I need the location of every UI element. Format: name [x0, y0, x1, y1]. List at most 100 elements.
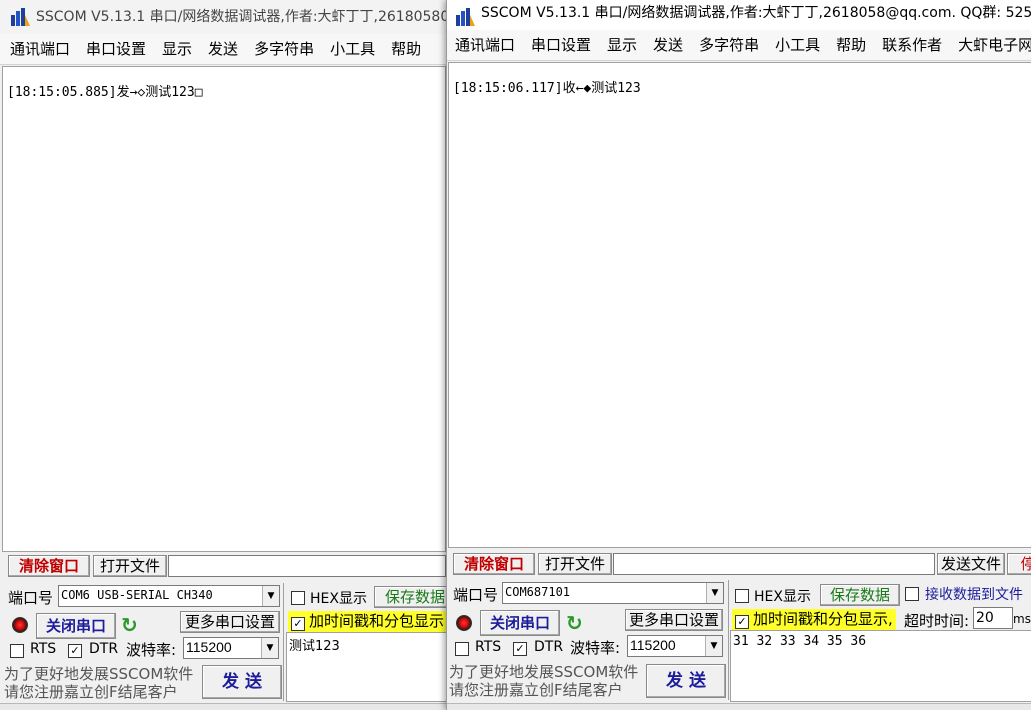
timestamp-option[interactable]: ✓ 加时间戳和分包显示	[288, 611, 446, 632]
timeout-unit: ms	[1013, 612, 1031, 626]
window-title: SSCOM V5.13.1 串口/网络数据调试器,作者:大虾丁丁,2618058…	[36, 9, 446, 25]
timeout-label: 超时时间:	[904, 612, 970, 630]
timestamp-checkbox[interactable]: ✓	[735, 615, 749, 629]
recv-to-file-label: 接收数据到文件	[925, 587, 1023, 603]
send-button[interactable]: 发 送	[646, 664, 726, 698]
receive-area[interactable]: [18:15:06.117]收←◆测试123	[448, 62, 1031, 548]
open-file-button[interactable]: 打开文件	[93, 555, 167, 577]
status-bar	[447, 703, 1031, 710]
menu-send[interactable]: 发送	[645, 30, 691, 60]
timestamp-option[interactable]: ✓ 加时间戳和分包显示,	[732, 609, 896, 630]
menu-comm-port[interactable]: 通讯端口	[447, 30, 523, 60]
more-serial-settings-button[interactable]: 更多串口设置	[625, 609, 723, 631]
recv-to-file-checkbox[interactable]	[905, 587, 919, 601]
save-data-button[interactable]: 保存数据	[374, 586, 446, 608]
menu-display[interactable]: 显示	[154, 34, 200, 64]
refresh-icon[interactable]: ↻	[566, 613, 583, 633]
send-text-area[interactable]: 测试123	[286, 632, 446, 702]
rts-label: RTS	[30, 641, 57, 657]
port-label: 端口号	[8, 589, 54, 607]
port-select[interactable]: COM687101 ▼	[502, 582, 724, 604]
window-title: SSCOM V5.13.1 串口/网络数据调试器,作者:大虾丁丁,2618058…	[481, 5, 1031, 21]
title-bar[interactable]: SSCOM V5.13.1 串口/网络数据调试器,作者:大虾丁丁,2618058…	[0, 0, 446, 34]
receive-line: [18:15:05.885]发→◇测试123□	[7, 85, 203, 100]
receive-area[interactable]: [18:15:05.885]发→◇测试123□	[2, 66, 446, 552]
menu-serial-settings[interactable]: 串口设置	[523, 30, 599, 60]
sscom-window-right: SSCOM V5.13.1 串口/网络数据调试器,作者:大虾丁丁,2618058…	[446, 0, 1031, 710]
close-port-button[interactable]: 关闭串口	[480, 610, 560, 636]
rts-label: RTS	[475, 639, 502, 655]
baud-select[interactable]: 115200 ▼	[627, 635, 723, 657]
file-path-input[interactable]	[168, 555, 446, 577]
menu-contact-author[interactable]: 联系作者	[874, 30, 950, 60]
dropdown-arrow-icon[interactable]: ▼	[706, 583, 723, 603]
timestamp-label: 加时间戳和分包显示	[309, 612, 445, 630]
timeout-value: 20	[976, 610, 994, 626]
promo-line-1: 为了更好地发展SSCOM软件	[4, 665, 194, 683]
timestamp-label: 加时间戳和分包显示,	[753, 610, 893, 628]
menu-bar: 通讯端口 串口设置 显示 发送 多字符串 小工具 帮助 联系作者 大虾电子网	[447, 30, 1031, 61]
send-file-button[interactable]: 发送文件	[937, 553, 1005, 575]
timeout-input[interactable]: 20	[973, 607, 1013, 629]
dtr-label: DTR	[534, 639, 564, 655]
panel-divider	[728, 580, 729, 700]
baud-select[interactable]: 115200 ▼	[183, 637, 279, 659]
timestamp-checkbox[interactable]: ✓	[291, 617, 305, 631]
rts-checkbox[interactable]	[455, 642, 469, 656]
sscom-app-icon	[456, 8, 475, 26]
open-file-button[interactable]: 打开文件	[538, 553, 612, 575]
sscom-app-icon	[11, 8, 30, 26]
menu-bar: 通讯端口 串口设置 显示 发送 多字符串 小工具 帮助	[0, 34, 446, 65]
hex-display-label: HEX显示	[310, 591, 367, 607]
port-status-led-icon	[12, 617, 28, 633]
menu-display[interactable]: 显示	[599, 30, 645, 60]
file-path-input[interactable]	[613, 553, 935, 575]
menu-help[interactable]: 帮助	[828, 30, 874, 60]
dropdown-arrow-icon[interactable]: ▼	[705, 636, 722, 656]
stop-button[interactable]: 停	[1007, 553, 1031, 575]
menu-tools[interactable]: 小工具	[767, 30, 828, 60]
menu-serial-settings[interactable]: 串口设置	[78, 34, 154, 64]
dtr-checkbox[interactable]: ✓	[513, 642, 527, 656]
more-serial-settings-button[interactable]: 更多串口设置	[180, 611, 280, 633]
port-value: COM6 USB-SERIAL CH340	[61, 588, 213, 602]
send-text: 测试123	[289, 639, 340, 654]
baud-value: 115200	[630, 637, 676, 653]
rts-checkbox[interactable]	[10, 644, 24, 658]
dropdown-arrow-icon[interactable]: ▼	[261, 638, 278, 658]
menu-help[interactable]: 帮助	[383, 34, 429, 64]
menu-multi-string[interactable]: 多字符串	[246, 34, 322, 64]
save-data-button[interactable]: 保存数据	[820, 584, 900, 606]
promo-line-1: 为了更好地发展SSCOM软件	[449, 663, 639, 681]
dtr-label: DTR	[89, 641, 119, 657]
menu-send[interactable]: 发送	[200, 34, 246, 64]
send-text-area[interactable]: 31 32 33 34 35 36	[730, 630, 1031, 702]
menu-daxia-site[interactable]: 大虾电子网	[950, 30, 1031, 60]
port-value: COM687101	[505, 585, 571, 599]
status-bar	[0, 703, 446, 710]
baud-label: 波特率:	[570, 639, 621, 657]
dtr-checkbox[interactable]: ✓	[68, 644, 82, 658]
sscom-window-left: SSCOM V5.13.1 串口/网络数据调试器,作者:大虾丁丁,2618058…	[0, 0, 446, 710]
title-bar[interactable]: SSCOM V5.13.1 串口/网络数据调试器,作者:大虾丁丁,2618058…	[447, 0, 1031, 34]
menu-multi-string[interactable]: 多字符串	[691, 30, 767, 60]
clear-window-button[interactable]: 清除窗口	[453, 553, 535, 575]
port-label: 端口号	[453, 586, 499, 604]
menu-tools[interactable]: 小工具	[322, 34, 383, 64]
baud-value: 115200	[186, 639, 232, 655]
hex-display-checkbox[interactable]	[291, 591, 305, 605]
close-port-button[interactable]: 关闭串口	[36, 613, 116, 639]
refresh-icon[interactable]: ↻	[121, 615, 138, 635]
hex-display-label: HEX显示	[754, 589, 811, 605]
baud-label: 波特率:	[126, 641, 177, 659]
promo-line-2: 请您注册嘉立创F结尾客户	[449, 681, 623, 699]
clear-window-button[interactable]: 清除窗口	[8, 555, 90, 577]
menu-comm-port[interactable]: 通讯端口	[0, 34, 78, 64]
port-select[interactable]: COM6 USB-SERIAL CH340 ▼	[58, 585, 280, 607]
send-button[interactable]: 发 送	[202, 665, 282, 699]
send-text: 31 32 33 34 35 36	[733, 634, 867, 649]
panel-divider	[283, 583, 284, 701]
receive-line: [18:15:06.117]收←◆测试123	[453, 81, 641, 96]
dropdown-arrow-icon[interactable]: ▼	[262, 586, 279, 606]
hex-display-checkbox[interactable]	[735, 589, 749, 603]
